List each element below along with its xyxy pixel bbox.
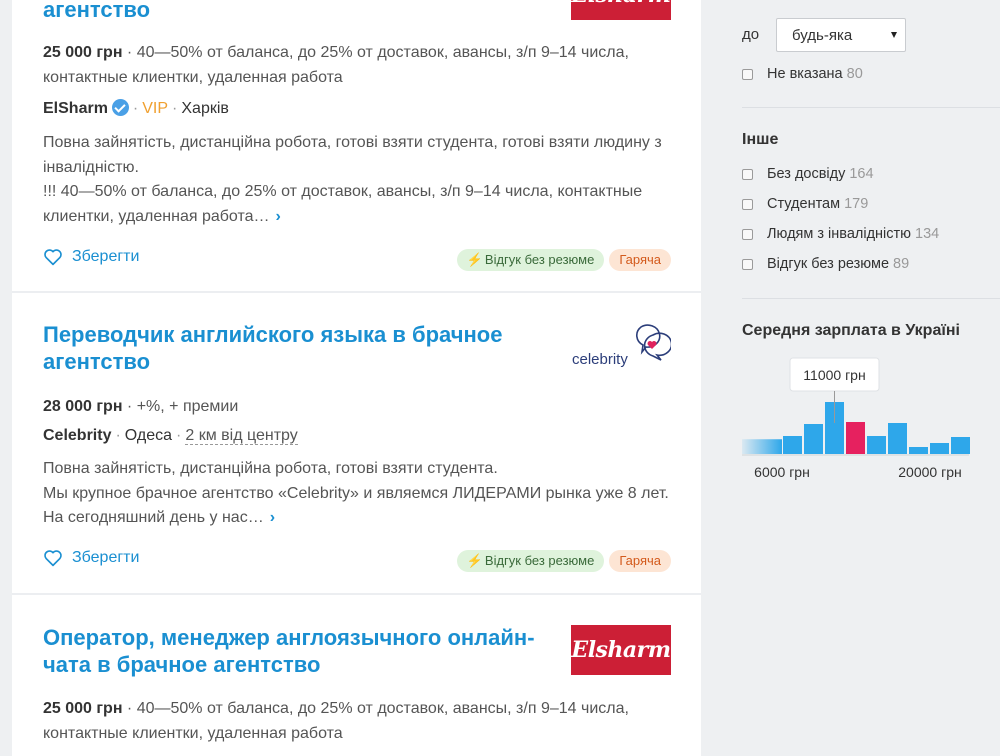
description-line: Повна зайнятість, дистанційна робота, го… — [43, 134, 662, 176]
vip-badge: VIP — [142, 100, 169, 117]
hot-badge: Гаряча — [609, 249, 671, 271]
histogram-bar[interactable] — [888, 423, 907, 454]
divider — [742, 107, 1000, 108]
vacancy-card: Оператор, менеджер англоязычного онлайн-… — [12, 595, 701, 756]
axis-max-label: 20000 грн — [898, 464, 961, 480]
checkbox[interactable] — [742, 198, 753, 210]
vacancy-title[interactable]: Оператор, менеджер англоязычного онлайн-… — [43, 624, 563, 678]
salary-amount: 28 000 грн — [43, 398, 123, 415]
vacancy-card: Переводчик английского языка в брачное а… — [12, 293, 701, 593]
histogram-bar[interactable] — [909, 447, 928, 454]
filter-disability[interactable]: Людям з інвалідністю 134 — [742, 226, 939, 242]
city: Харків — [181, 100, 229, 117]
no-resume-badge: ⚡ Відгук без резюме — [456, 550, 605, 572]
description-line: !!! 40—50% от баланса, до 25% от доставо… — [43, 183, 643, 225]
filter-students[interactable]: Студентам 179 — [742, 196, 868, 212]
vacancy-description: Повна зайнятість, дистанційна робота, го… — [43, 457, 683, 531]
salary-note: +%, + премии — [136, 398, 239, 415]
vacancy-title[interactable]: агентство — [43, 0, 563, 23]
company-logo[interactable]: Elsharm — [571, 625, 671, 675]
filter-no-experience[interactable]: Без досвіду 164 — [742, 166, 874, 182]
avg-salary-title: Середня зарплата в Україні — [742, 322, 960, 339]
salary-histogram: 11000 грн 6000 грн 20000 грн — [742, 357, 970, 480]
histogram-bar[interactable] — [783, 436, 802, 454]
salary-to-label: до — [742, 26, 760, 43]
company-line: Celebrity · Одеса · 2 км від центру — [43, 427, 298, 445]
company-name[interactable]: Celebrity — [43, 427, 111, 444]
save-label: Зберегти — [72, 549, 140, 566]
salary-to-select[interactable]: будь-яка — [776, 18, 906, 52]
tooltip-label: 11000 грн — [803, 367, 865, 383]
company-logo[interactable]: Elsharm — [571, 0, 671, 20]
histogram-bar[interactable] — [930, 443, 949, 454]
axis-min-label: 6000 грн — [754, 464, 810, 480]
salary-line: 28 000 грн · +%, + премии — [43, 398, 239, 415]
description-line: Мы крупное брачное агентство «Celebrity»… — [43, 484, 669, 527]
save-label: Зберегти — [72, 248, 140, 265]
filters-sidebar: до будь-яка Не вказана 80 Інше Без досвід… — [719, 0, 1000, 756]
dropdown-arrow-icon — [891, 32, 897, 38]
histogram-bar[interactable] — [804, 424, 823, 454]
chevron-right-icon[interactable]: › — [270, 509, 275, 526]
other-section-title: Інше — [742, 131, 779, 148]
salary-to-value: будь-яка — [792, 27, 853, 44]
verified-check-icon — [111, 99, 129, 116]
svg-text:celebrity: celebrity — [572, 351, 628, 368]
distance-link[interactable]: 2 км від центру — [185, 427, 298, 445]
city: Одеса — [124, 427, 173, 444]
vacancy-description: Повна зайнятість, дистанційна робота, го… — [43, 131, 683, 229]
company-line: ElSharm · VIP · Харків — [43, 99, 229, 117]
salary-amount: 25 000 грн — [43, 44, 123, 61]
hot-badge: Гаряча — [609, 550, 671, 572]
save-button[interactable]: Зберегти — [43, 549, 139, 567]
histogram-edge-left — [742, 439, 782, 454]
divider — [742, 298, 1000, 299]
save-button[interactable]: Зберегти — [43, 248, 139, 266]
badges: ⚡ Відгук без резюме Гаряча — [456, 550, 671, 572]
histogram-bar[interactable] — [867, 436, 886, 454]
badges: ⚡ Відгук без резюме Гаряча — [456, 249, 671, 271]
vacancy-title[interactable]: Переводчик английского языка в брачное а… — [43, 321, 563, 375]
lightning-icon: ⚡ — [466, 252, 483, 267]
salary-amount: 25 000 грн — [43, 700, 123, 717]
chevron-right-icon[interactable]: › — [276, 208, 281, 225]
heart-icon — [44, 249, 62, 266]
description-line: Повна зайнятість, дистанційна робота, го… — [43, 460, 498, 477]
checkbox[interactable] — [742, 168, 753, 180]
checkbox[interactable] — [742, 258, 753, 270]
salary-note: 40—50% от баланса, до 25% от доставок, а… — [43, 44, 629, 86]
lightning-icon: ⚡ — [466, 553, 483, 568]
filter-not-specified[interactable]: Не вказана 80 — [742, 66, 863, 82]
company-name[interactable]: ElSharm — [43, 100, 108, 117]
filter-no-resume[interactable]: Відгук без резюме 89 — [742, 256, 909, 272]
salary-line: 25 000 грн · 40—50% от баланса, до 25% о… — [43, 44, 629, 86]
heart-icon — [44, 550, 62, 567]
checkbox[interactable] — [742, 228, 753, 240]
checkbox[interactable] — [742, 68, 753, 80]
company-logo[interactable]: celebrity — [571, 323, 673, 369]
vacancy-card: агентство Elsharm 25 000 грн · 40—50% от… — [12, 0, 701, 291]
histogram-bar[interactable] — [951, 437, 970, 454]
no-resume-badge: ⚡ Відгук без резюме — [456, 249, 605, 271]
salary-line: 25 000 грн · 40—50% от баланса, до 25% о… — [43, 700, 629, 742]
vacancy-feed: агентство Elsharm 25 000 грн · 40—50% от… — [12, 0, 701, 756]
histogram-bar[interactable] — [846, 422, 865, 454]
salary-note: 40—50% от баланса, до 25% от доставок, а… — [43, 700, 629, 742]
